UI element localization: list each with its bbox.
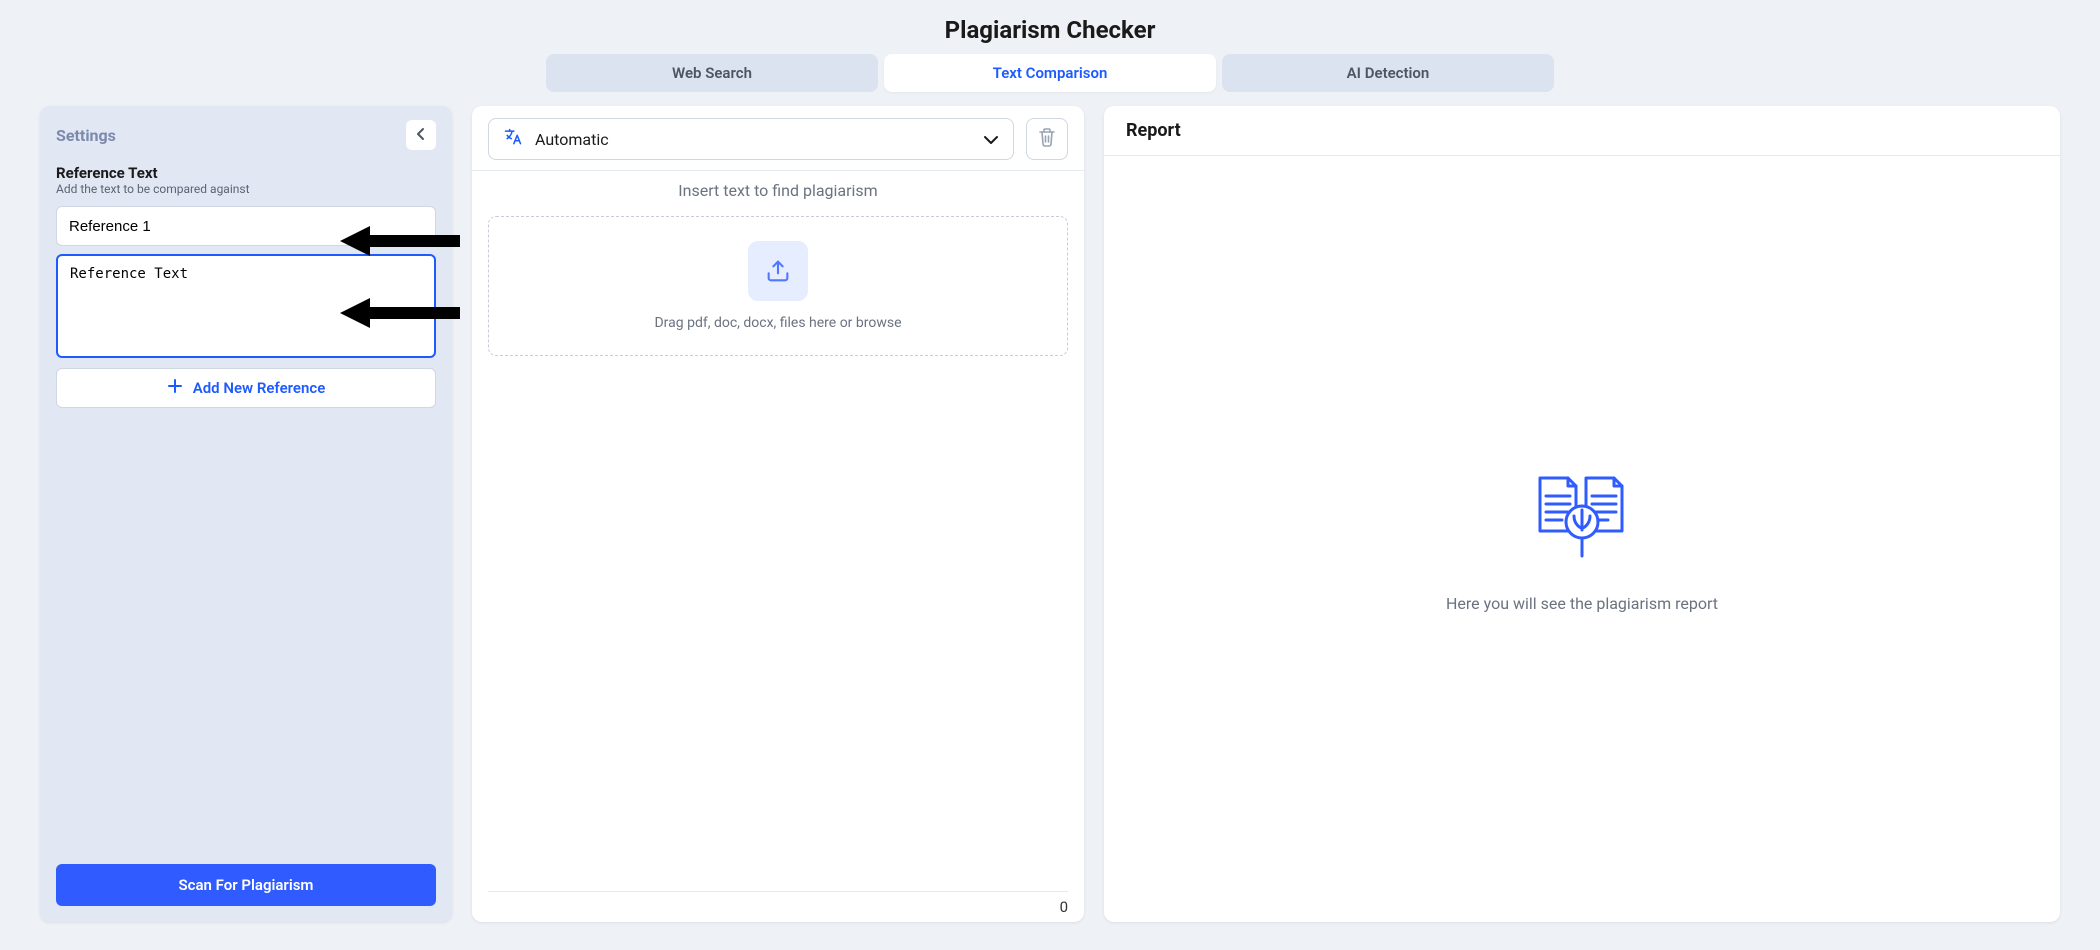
translate-icon bbox=[503, 127, 523, 151]
reference-heading: Reference Text bbox=[56, 164, 436, 182]
tab-web-search[interactable]: Web Search bbox=[546, 54, 878, 92]
trash-icon bbox=[1038, 127, 1056, 151]
clear-text-button[interactable] bbox=[1026, 118, 1068, 160]
reference-name-input[interactable] bbox=[56, 206, 436, 246]
reference-text-input[interactable] bbox=[56, 254, 436, 358]
chevron-down-icon bbox=[983, 130, 999, 149]
report-empty-hint: Here you will see the plagiarism report bbox=[1446, 594, 1718, 613]
scan-button[interactable]: Scan For Plagiarism bbox=[56, 864, 436, 906]
char-count: 0 bbox=[1060, 898, 1068, 916]
settings-title: Settings bbox=[56, 126, 116, 145]
report-title: Report bbox=[1104, 106, 2060, 156]
main-layout: Settings Reference Text Add the text to … bbox=[0, 106, 2100, 922]
tab-text-comparison[interactable]: Text Comparison bbox=[884, 54, 1216, 92]
language-select[interactable]: Automatic bbox=[488, 118, 1014, 160]
chevron-left-icon bbox=[416, 126, 426, 145]
language-label: Automatic bbox=[535, 130, 609, 149]
page-title: Plagiarism Checker bbox=[0, 0, 2100, 54]
reference-subheading: Add the text to be compared against bbox=[56, 182, 436, 196]
plus-icon bbox=[167, 378, 183, 398]
add-reference-button[interactable]: Add New Reference bbox=[56, 368, 436, 408]
tab-ai-detection[interactable]: AI Detection bbox=[1222, 54, 1554, 92]
collapse-settings-button[interactable] bbox=[406, 120, 436, 150]
report-empty-illustration bbox=[1532, 466, 1632, 570]
upload-icon bbox=[748, 241, 808, 301]
divider bbox=[488, 891, 1068, 892]
settings-panel: Settings Reference Text Add the text to … bbox=[40, 106, 452, 922]
tabs-bar: Web Search Text Comparison AI Detection bbox=[0, 54, 2100, 106]
file-dropzone[interactable]: Drag pdf, doc, docx, files here or brows… bbox=[488, 216, 1068, 356]
dropzone-text: Drag pdf, doc, docx, files here or brows… bbox=[654, 315, 901, 331]
add-reference-label: Add New Reference bbox=[193, 379, 326, 397]
insert-hint: Insert text to find plagiarism bbox=[488, 181, 1068, 200]
report-panel: Report Here yo bbox=[1104, 106, 2060, 922]
input-panel: Automatic Insert text to find plagiarism bbox=[472, 106, 1084, 922]
